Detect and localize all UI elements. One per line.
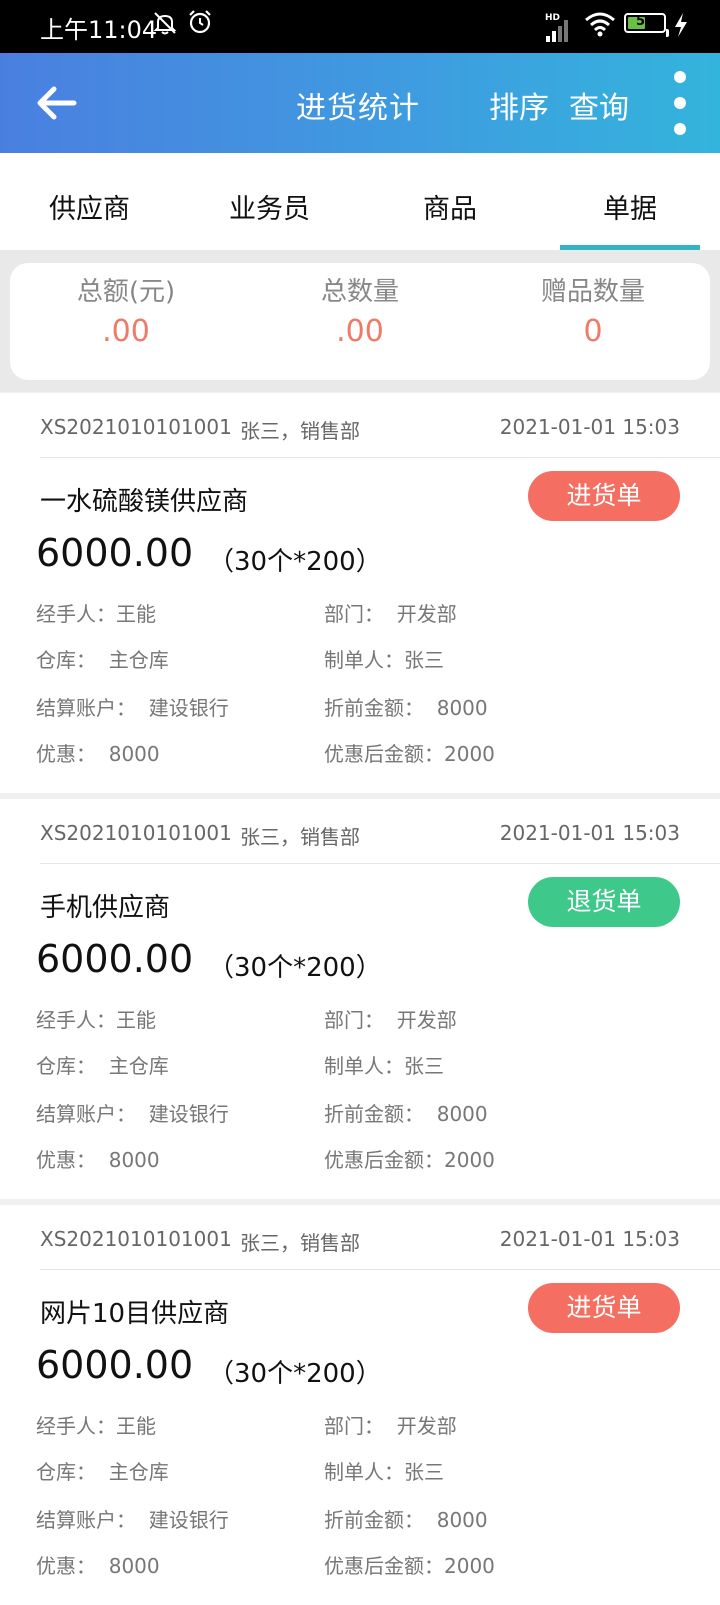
summary-label: 总额(元) — [76, 277, 176, 307]
post-discount-field: 优惠后金额：2000 — [324, 1554, 495, 1578]
order-type-badge: 退货单 — [528, 877, 680, 927]
order-type-badge: 进货单 — [528, 1283, 680, 1333]
tab-bar: 供应商 业务员 商品 单据 — [0, 153, 720, 250]
post-discount-field: 优惠后金额：2000 — [324, 1148, 495, 1172]
order-user: 张三，销售部 — [240, 825, 360, 849]
battery-icon: 50 — [624, 13, 666, 33]
handler-field: 经手人：王能 — [36, 1008, 156, 1032]
tab-product[interactable]: 商品 — [423, 187, 477, 226]
handler-field: 经手人：王能 — [36, 602, 156, 626]
supplier-name: 一水硫酸镁供应商 — [40, 487, 249, 517]
order-quantity: （30个*200） — [208, 547, 382, 577]
creator-field: 制单人：张三 — [324, 1460, 444, 1484]
supplier-name: 网片10目供应商 — [40, 1299, 230, 1329]
order-amount: 6000.00 — [36, 1343, 194, 1387]
account-field: 结算账户： 建设银行 — [36, 1508, 229, 1532]
account-field: 结算账户： 建设银行 — [36, 696, 229, 720]
summary-total-amount: 总额(元) .00 — [16, 271, 236, 349]
tab-salesman[interactable]: 业务员 — [229, 187, 310, 226]
order-date: 2021-01-01 15:03 — [499, 821, 680, 845]
page-title: 进货统计 — [296, 91, 420, 126]
order-number: XS2021010101001 — [40, 415, 232, 439]
order-card[interactable]: XS2021010101001 张三，销售部 2021-01-01 15:03 … — [0, 393, 720, 793]
order-amount: 6000.00 — [36, 531, 194, 575]
discount-field: 优惠： 8000 — [36, 1148, 160, 1172]
card-divider — [40, 1269, 720, 1270]
order-date: 2021-01-01 15:03 — [499, 415, 680, 439]
order-number: XS2021010101001 — [40, 1227, 232, 1251]
pre-discount-field: 折前金额： 8000 — [324, 696, 488, 720]
charging-bolt-icon — [673, 12, 689, 43]
battery-tip — [666, 29, 669, 37]
summary-total-qty: 总数量 .00 — [250, 271, 470, 349]
tab-supplier[interactable]: 供应商 — [49, 187, 130, 226]
wifi-icon — [584, 10, 616, 42]
back-arrow-icon[interactable] — [34, 81, 78, 125]
summary-gift-qty: 赠品数量 0 — [483, 271, 703, 349]
alarm-clock-icon — [186, 8, 214, 42]
creator-field: 制单人：张三 — [324, 1054, 444, 1078]
order-date: 2021-01-01 15:03 — [499, 1227, 680, 1251]
supplier-name: 手机供应商 — [40, 893, 171, 923]
warehouse-field: 仓库： 主仓库 — [36, 1460, 169, 1484]
warehouse-field: 仓库： 主仓库 — [36, 648, 169, 672]
order-amount: 6000.00 — [36, 937, 194, 981]
account-field: 结算账户： 建设银行 — [36, 1102, 229, 1126]
status-time: 上午11:04 — [40, 16, 158, 44]
status-bar: 上午11:04 HD 50 — [0, 0, 720, 53]
sort-button[interactable]: 排序 — [489, 83, 549, 127]
tab-documents[interactable]: 单据 — [603, 187, 657, 226]
more-vertical-icon[interactable] — [670, 69, 690, 137]
query-button[interactable]: 查询 — [569, 83, 629, 127]
order-card[interactable]: XS2021010101001 张三，销售部 2021-01-01 15:03 … — [0, 799, 720, 1199]
summary-value: .00 — [336, 314, 384, 349]
order-user: 张三，销售部 — [240, 419, 360, 443]
summary-value: 0 — [583, 314, 603, 349]
cell-signal-icon — [544, 14, 574, 48]
department-field: 部门： 开发部 — [324, 602, 457, 626]
department-field: 部门： 开发部 — [324, 1414, 457, 1438]
summary-value: .00 — [102, 314, 150, 349]
post-discount-field: 优惠后金额：2000 — [324, 742, 495, 766]
order-number: XS2021010101001 — [40, 821, 232, 845]
warehouse-field: 仓库： 主仓库 — [36, 1054, 169, 1078]
order-card[interactable]: XS2021010101001 张三，销售部 2021-01-01 15:03 … — [0, 1205, 720, 1605]
card-divider — [40, 863, 720, 864]
department-field: 部门： 开发部 — [324, 1008, 457, 1032]
order-quantity: （30个*200） — [208, 953, 382, 983]
order-quantity: （30个*200） — [208, 1359, 382, 1389]
summary-label: 总数量 — [320, 277, 399, 307]
app-header: 进货统计 排序 查询 — [0, 53, 720, 153]
creator-field: 制单人：张三 — [324, 648, 444, 672]
handler-field: 经手人：王能 — [36, 1414, 156, 1438]
summary-panel: 总额(元) .00 总数量 .00 赠品数量 0 — [10, 263, 710, 380]
mute-bell-icon — [152, 10, 178, 42]
order-user: 张三，销售部 — [240, 1231, 360, 1255]
order-type-badge: 进货单 — [528, 471, 680, 521]
discount-field: 优惠： 8000 — [36, 742, 160, 766]
discount-field: 优惠： 8000 — [36, 1554, 160, 1578]
card-divider — [40, 457, 720, 458]
summary-label: 赠品数量 — [540, 277, 645, 307]
pre-discount-field: 折前金额： 8000 — [324, 1508, 488, 1532]
pre-discount-field: 折前金额： 8000 — [324, 1102, 488, 1126]
battery-level: 50 — [635, 14, 655, 29]
